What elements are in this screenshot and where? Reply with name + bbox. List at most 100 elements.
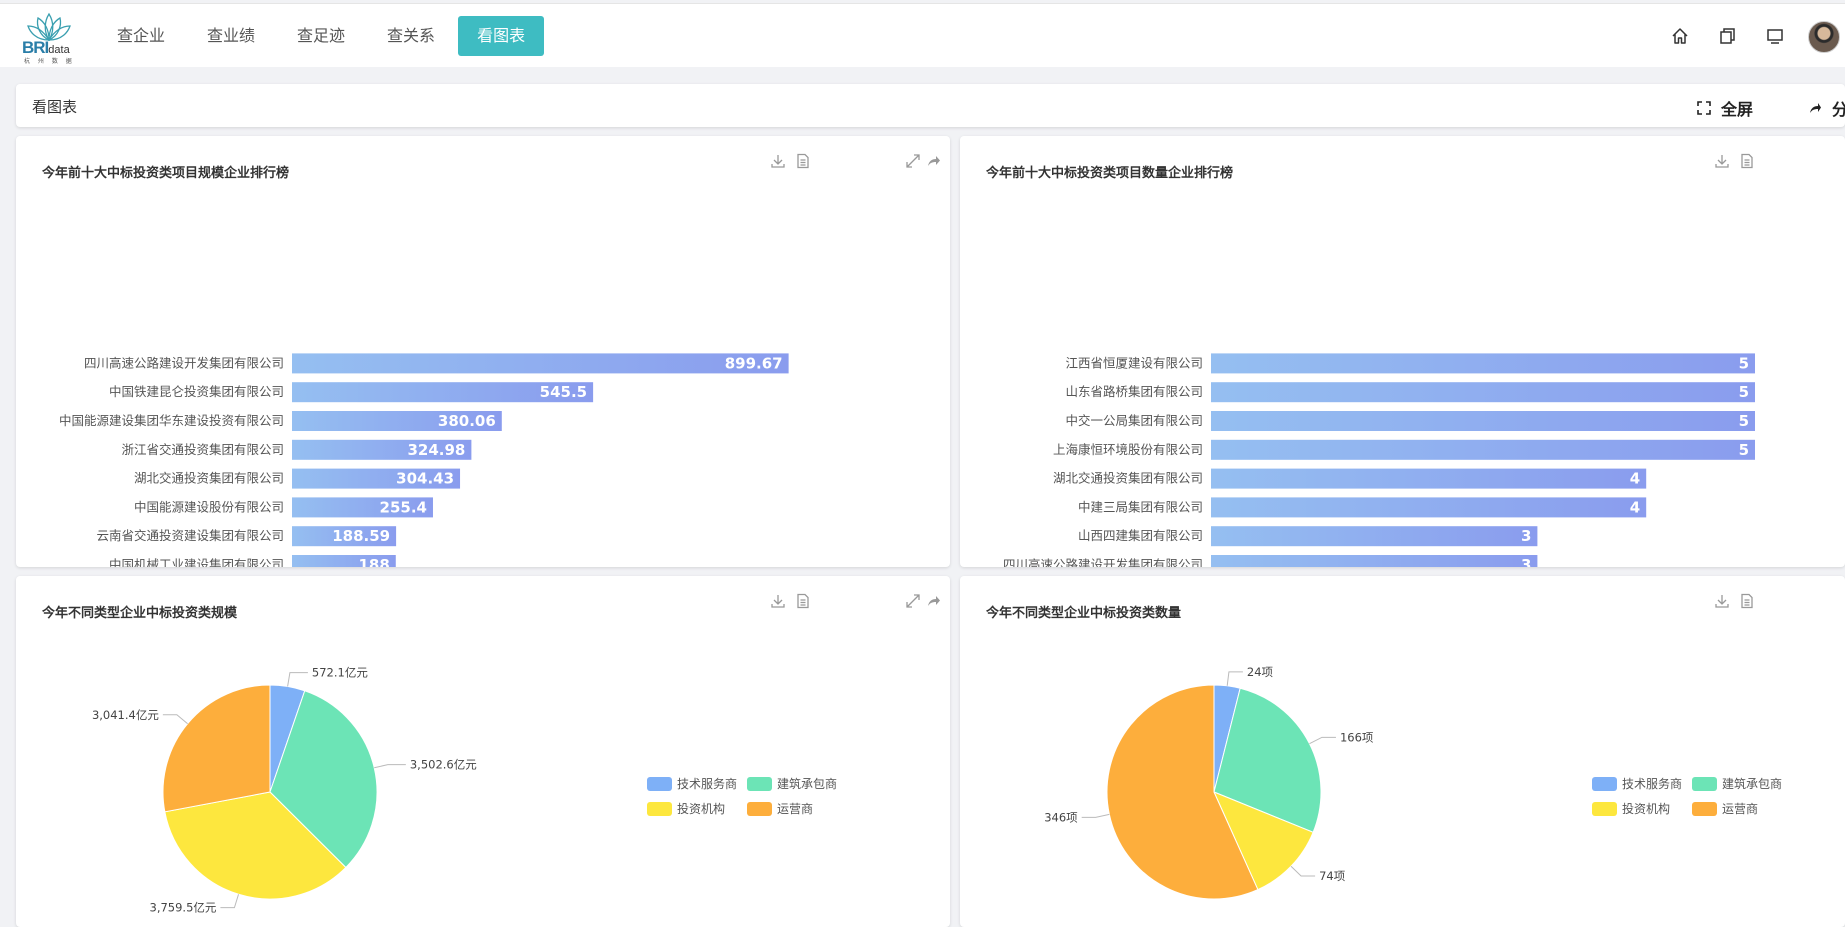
user-avatar[interactable] [1808,21,1840,53]
pie-leader-line [1081,813,1110,818]
category-label: 湖北交通投资集团有限公司 [134,471,284,486]
nav-item[interactable]: 查业绩 [188,16,274,56]
share-icon [1810,103,1821,113]
bar-value-label: 3 [1521,556,1531,567]
bar [1211,468,1647,489]
page-title: 看图表 [32,98,78,116]
nav-item[interactable]: 查企业 [98,16,184,56]
nav-item[interactable]: 看图表 [458,16,545,56]
legend-swatch [647,777,672,791]
legend-label: 技术服务商 [677,776,737,791]
bar [1211,382,1755,403]
bar-value-label: 4 [1630,470,1640,488]
bar [292,353,789,374]
fullscreen-button[interactable]: 全屏 [1697,96,1753,120]
fullscreen-icon [1697,101,1711,115]
pie-value-label: 3,041.4亿元 [92,708,159,722]
pie-value-label: 346项 [1044,810,1078,824]
pie-value-label: 74项 [1319,869,1346,883]
count-bar-chart: 0项1项2项3项4项5项江西省恒厦建设有限公司5山东省路桥集团有限公司5中交一公… [1003,353,1755,567]
bar-value-label: 5 [1739,441,1749,459]
panel-amount-by-type: 今年不同类型企业中标投资类规模 572.1亿元 3,502.6亿元 3,759.5亿… [16,576,950,927]
pie-value-label: 3,502.6亿元 [410,758,477,772]
fullscreen-label: 全屏 [1721,100,1754,119]
nav-item[interactable]: 查关系 [368,16,454,56]
panel-count-ranking: 今年前十大中标投资类项目数量企业排行榜 0项1项2项3项4项5项江西省恒厦建设有… [960,136,1845,567]
bar-value-label: 5 [1739,383,1749,401]
share-label: 分 [1832,100,1845,119]
legend-swatch [1592,802,1617,816]
category-label: 四川高速公路建设开发集团有限公司 [84,355,284,370]
main-nav: 查企业 查业绩 查足迹 查关系 看图表 [98,16,548,56]
bar-value-label: 4 [1630,498,1640,516]
bar-value-label: 899.67 [725,354,783,372]
legend-swatch [1592,777,1617,791]
legend-label: 运营商 [777,801,813,816]
bar-value-label: 3 [1521,527,1531,545]
legend-label: 建筑承包商 [777,776,837,791]
legend-label: 投资机构 [1622,801,1670,816]
brand-logo[interactable]: BRIdata 杭 州 数 据 [22,12,76,65]
bar [1211,411,1755,431]
pie-leader-line [220,894,240,909]
legend-swatch [1692,802,1717,816]
category-label: 中交一公局集团有限公司 [1065,413,1203,428]
category-label: 四川高速公路建设开发集团有限公司 [1003,557,1203,567]
legend-label: 建筑承包商 [1722,776,1782,791]
bar-value-label: 545.5 [540,383,587,401]
amount-pie-chart: 572.1亿元 3,502.6亿元 3,759.5亿元 3,041.4亿元技术服务商 建… [92,666,837,915]
legend-label: 运营商 [1722,801,1758,816]
pie-value-label: 572.1亿元 [312,666,368,680]
category-label: 浙江省交通投资集团有限公司 [121,442,284,457]
pie-leader-line [1290,865,1316,877]
category-label: 山东省路桥集团有限公司 [1065,384,1203,399]
bar-value-label: 5 [1739,354,1749,372]
legend-swatch [647,802,672,816]
pie-value-label: 3,759.5亿元 [150,901,217,915]
bar-value-label: 188.59 [332,527,390,545]
category-label: 上海康恒环境股份有限公司 [1053,442,1203,457]
pie-value-label: 24项 [1247,665,1274,679]
legend-swatch [1692,777,1717,791]
bar [1211,526,1538,547]
panel-count-by-type: 今年不同类型企业中标投资类数量 24项 166项 74项 346项 技术服务商 建筑承包商… [960,576,1845,927]
bar-value-label: 380.06 [438,412,496,430]
page-header: 看图表 全屏 分 [16,84,1845,127]
pie-leader-line [1226,671,1243,686]
category-label: 江西省恒厦建设有限公司 [1065,355,1203,370]
legend-swatch [747,802,772,816]
bar-value-label: 324.98 [407,441,465,459]
category-label: 云南省交通投资建设集团有限公司 [96,528,284,543]
bar-value-label: 5 [1739,412,1749,430]
bar [1211,555,1538,567]
bar [1211,497,1647,518]
copy-icon[interactable] [1718,27,1736,45]
logo-wordmark: BRIdata [22,38,70,57]
category-label: 中国能源建设集团华东建设投资有限公司 [59,413,284,428]
logo-tagline: 杭 州 数 据 [24,58,75,65]
pie-leader-line [287,672,308,687]
pie-value-label: 166项 [1340,730,1374,744]
pie-leader-line [162,714,188,725]
bar-value-label: 188 [358,556,389,567]
bar [1211,353,1755,374]
category-label: 中国机械工业建设集团有限公司 [109,557,284,567]
category-label: 湖北交通投资集团有限公司 [1053,471,1203,486]
category-label: 中国能源建设股份有限公司 [134,499,284,514]
amount-bar-chart: 0亿元200亿元400亿元600亿元800亿元1,000亿元四川高速公路建设开发… [59,353,789,567]
bar-value-label: 255.4 [380,498,427,516]
monitor-icon[interactable] [1766,27,1784,45]
pie-leader-line [1309,736,1336,745]
legend-swatch [747,777,772,791]
bar [1211,439,1755,460]
category-label: 中国铁建昆仑投资集团有限公司 [109,384,284,399]
legend-label: 技术服务商 [1622,776,1682,791]
legend-label: 投资机构 [677,801,725,816]
category-label: 中建三局集团有限公司 [1078,499,1203,514]
home-icon[interactable] [1671,27,1689,45]
share-button[interactable]: 分 [1808,96,1845,120]
pie-slice [162,684,271,813]
nav-item[interactable]: 查足迹 [278,16,364,56]
pie-leader-line [374,764,406,769]
top-navbar: BRIdata 杭 州 数 据 查企业 查业绩 查足迹 查关系 看图表 [0,3,1845,67]
